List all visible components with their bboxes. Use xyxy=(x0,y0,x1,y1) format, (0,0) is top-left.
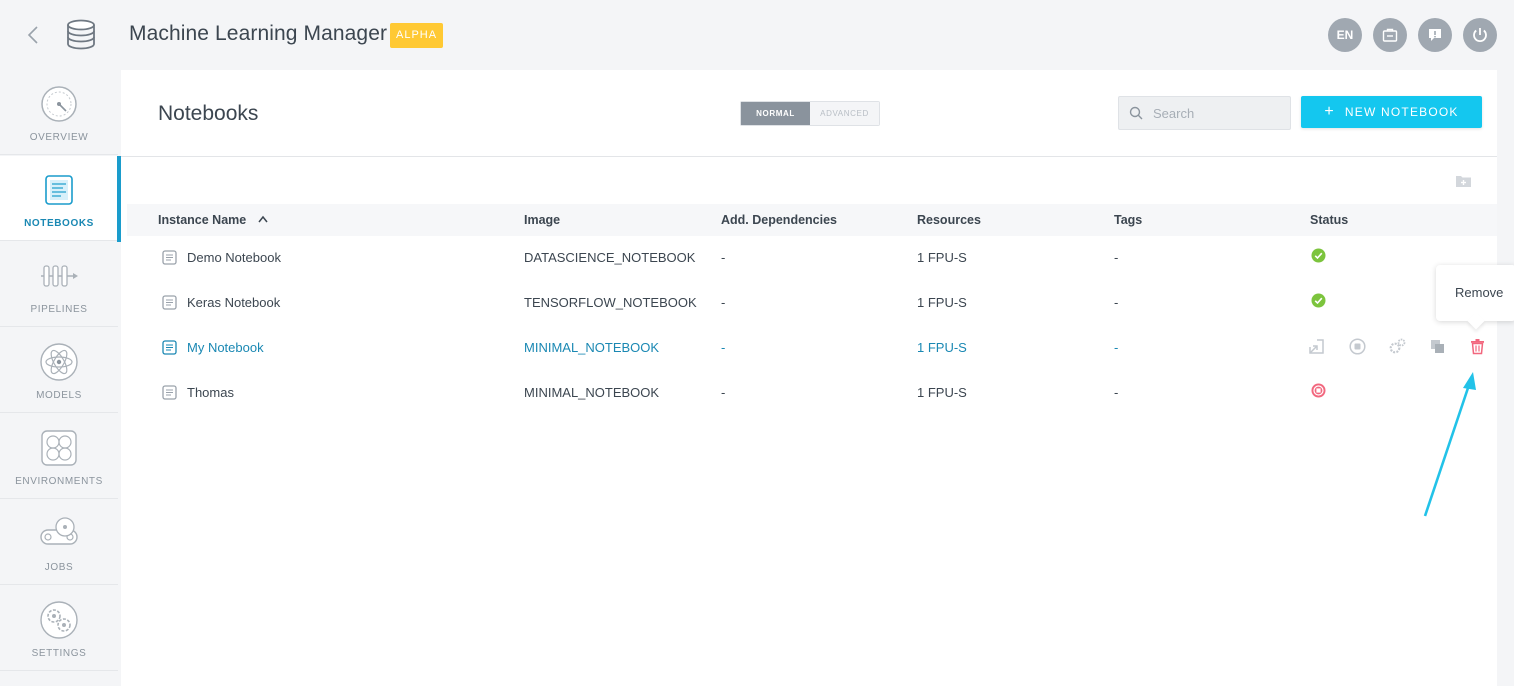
column-header-instance-name[interactable]: Instance Name xyxy=(158,213,268,227)
search-box xyxy=(1118,96,1291,130)
notebook-icon xyxy=(45,175,73,205)
search-input[interactable] xyxy=(1153,97,1283,129)
panel-header: Notebooks NORMAL ADVANCED + NEW NOTEBOOK xyxy=(121,70,1497,157)
notebook-file-icon xyxy=(162,340,177,355)
notebook-image: MINIMAL_NOTEBOOK xyxy=(524,385,660,400)
column-header-resources[interactable]: Resources xyxy=(917,213,981,227)
app-title: Machine Learning Manager xyxy=(129,22,388,45)
column-header-image[interactable]: Image xyxy=(524,213,560,227)
mode-normal-button[interactable]: NORMAL xyxy=(741,102,810,125)
power-icon xyxy=(1473,28,1487,42)
sidebar-item-notebooks[interactable]: NOTEBOOKS xyxy=(0,156,118,241)
database-logo-icon xyxy=(67,19,95,50)
new-notebook-label: NEW NOTEBOOK xyxy=(1344,105,1459,119)
gauge-icon xyxy=(41,86,77,122)
language-button[interactable]: EN xyxy=(1328,18,1362,52)
sidebar-item-settings[interactable]: SETTINGS xyxy=(0,586,118,671)
notebook-dependencies: - xyxy=(721,295,726,310)
notebook-file-icon xyxy=(162,250,177,265)
help-chat-icon xyxy=(1429,29,1441,41)
table-row[interactable]: Keras Notebook TENSORFLOW_NOTEBOOK - 1 F… xyxy=(127,281,1497,326)
pipeline-icon xyxy=(41,265,78,287)
notebook-resources: 1 FPU-S xyxy=(917,385,967,400)
sidebar-label-jobs: JOBS xyxy=(44,562,74,573)
sidebar-item-overview[interactable]: OVERVIEW xyxy=(0,70,118,155)
conveyor-icon xyxy=(40,517,78,545)
new-notebook-button[interactable]: + NEW NOTEBOOK xyxy=(1301,96,1482,128)
status-stopped-icon xyxy=(1311,383,1326,398)
notebook-image: MINIMAL_NOTEBOOK xyxy=(524,340,660,355)
sidebar-label-models: MODELS xyxy=(36,390,82,401)
tooltip-text: Remove xyxy=(1455,285,1504,300)
notebook-tags: - xyxy=(1114,295,1119,310)
stop-icon[interactable] xyxy=(1349,338,1366,355)
notebook-dependencies: - xyxy=(721,385,726,400)
table-row-hovered[interactable]: My Notebook MINIMAL_NOTEBOOK - 1 FPU-S - xyxy=(127,326,1497,371)
sidebar-label-settings: SETTINGS xyxy=(31,648,87,659)
duplicate-icon[interactable] xyxy=(1429,338,1446,355)
settings-icon[interactable] xyxy=(1389,338,1406,355)
page-title: Notebooks xyxy=(158,102,259,125)
view-mode-toggle: NORMAL ADVANCED xyxy=(740,101,880,126)
notebook-name[interactable]: Thomas xyxy=(187,385,234,400)
remove-tooltip: Remove xyxy=(1436,265,1514,321)
main-panel: Notebooks NORMAL ADVANCED + NEW NOTEBOOK… xyxy=(121,70,1497,686)
column-label: Instance Name xyxy=(158,213,247,227)
top-bar: Machine Learning Manager ALPHA EN xyxy=(0,0,1514,70)
status-running-icon xyxy=(1311,248,1326,263)
column-header-dependencies[interactable]: Add. Dependencies xyxy=(721,213,837,227)
column-header-status[interactable]: Status xyxy=(1310,213,1348,227)
notebook-name[interactable]: My Notebook xyxy=(187,340,264,355)
notebook-tags: - xyxy=(1114,250,1119,265)
language-label: EN xyxy=(1336,28,1354,42)
open-notebook-icon[interactable] xyxy=(1308,338,1325,355)
table-header: Instance Name Image Add. Dependencies Re… xyxy=(127,204,1497,236)
column-header-tags[interactable]: Tags xyxy=(1114,213,1142,227)
briefcase-icon xyxy=(1382,28,1398,42)
notebook-image: DATASCIENCE_NOTEBOOK xyxy=(524,250,696,265)
notebook-resources: 1 FPU-S xyxy=(917,250,967,265)
sidebar-item-models[interactable]: MODELS xyxy=(0,328,118,413)
plus-icon: + xyxy=(1324,103,1335,120)
notebook-dependencies: - xyxy=(721,340,726,355)
status-running-icon xyxy=(1311,293,1326,308)
notebook-resources: 1 FPU-S xyxy=(917,340,967,355)
power-button[interactable] xyxy=(1463,18,1497,52)
notebook-tags: - xyxy=(1114,340,1119,355)
account-button[interactable] xyxy=(1373,18,1407,52)
atom-icon xyxy=(40,343,78,381)
notebook-dependencies: - xyxy=(721,250,726,265)
sidebar-label-overview: OVERVIEW xyxy=(29,132,89,143)
back-arrow-icon[interactable] xyxy=(24,24,44,46)
help-button[interactable] xyxy=(1418,18,1452,52)
sort-ascending-icon[interactable] xyxy=(258,215,268,223)
gear-icon xyxy=(40,601,78,639)
notebook-name[interactable]: Keras Notebook xyxy=(187,295,280,310)
alpha-badge: ALPHA xyxy=(390,23,444,48)
table-row[interactable]: Demo Notebook DATASCIENCE_NOTEBOOK - 1 F… xyxy=(127,236,1497,281)
notebook-file-icon xyxy=(162,295,177,310)
notebook-tags: - xyxy=(1114,385,1119,400)
environment-icon xyxy=(41,430,77,466)
table-row[interactable]: Thomas MINIMAL_NOTEBOOK - 1 FPU-S - xyxy=(127,371,1497,416)
notebook-file-icon xyxy=(162,385,177,400)
sidebar-item-environments[interactable]: ENVIRONMENTS xyxy=(0,414,118,499)
sidebar: OVERVIEW NOTEBOOKS PIPELINES MODELS ENVI… xyxy=(0,70,118,686)
notebook-resources: 1 FPU-S xyxy=(917,295,967,310)
notebook-name[interactable]: Demo Notebook xyxy=(187,250,281,265)
sidebar-label-environments: ENVIRONMENTS xyxy=(15,476,103,487)
trash-icon[interactable] xyxy=(1469,338,1486,355)
annotation-arrow xyxy=(1423,372,1476,517)
sidebar-label-pipelines: PIPELINES xyxy=(30,304,88,315)
add-folder-icon[interactable] xyxy=(1456,174,1471,187)
sidebar-item-pipelines[interactable]: PIPELINES xyxy=(0,242,118,327)
mode-advanced-button[interactable]: ADVANCED xyxy=(810,102,879,125)
notebook-image: TENSORFLOW_NOTEBOOK xyxy=(524,295,697,310)
search-icon xyxy=(1129,106,1143,120)
sidebar-item-jobs[interactable]: JOBS xyxy=(0,500,118,585)
sidebar-label-notebooks: NOTEBOOKS xyxy=(24,218,94,229)
